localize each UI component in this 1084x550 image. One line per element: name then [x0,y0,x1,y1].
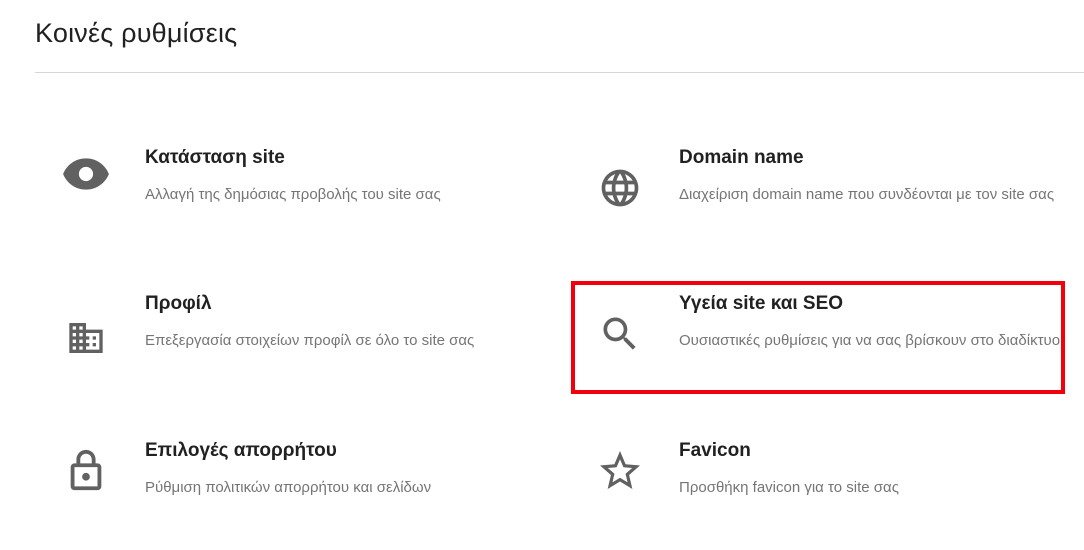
setting-privacy-options[interactable]: Επιλογές απορρήτου Ρύθμιση πολιτικών απο… [59,440,559,550]
globe-icon [593,161,647,215]
setting-description: Ουσιαστικές ρυθμίσεις για να σας βρίσκου… [679,332,1061,349]
setting-description: Διαχείριση domain name που συνδέονται με… [679,186,1055,203]
setting-site-health-seo[interactable]: Υγεία site και SEO Ουσιαστικές ρυθμίσεις… [593,293,1084,403]
setting-favicon[interactable]: Favicon Προσθήκη favicon για το site σας [593,440,1084,550]
building-icon [59,311,113,365]
setting-description: Αλλαγή της δημόσιας προβολής του site σα… [145,186,441,203]
setting-description: Προσθήκη favicon για το site σας [679,479,899,496]
setting-title: Υγεία site και SEO [679,293,844,314]
setting-domain-name[interactable]: Domain name Διαχείριση domain name που σ… [593,147,1084,257]
search-icon [593,307,647,361]
setting-title: Domain name [679,147,804,168]
page-title: Κοινές ρυθμίσεις [35,18,238,48]
setting-site-status[interactable]: Κατάσταση site Αλλαγή της δημόσιας προβο… [59,147,559,257]
setting-description: Ρύθμιση πολιτικών απορρήτου και σελίδων [145,479,432,496]
eye-icon [59,147,113,201]
setting-title: Favicon [679,440,751,461]
common-settings-panel: Κοινές ρυθμίσεις Κατάσταση site Αλλαγή τ… [0,0,1084,513]
setting-profile[interactable]: Προφίλ Επεξεργασία στοιχείων προφίλ σε ό… [59,293,559,403]
setting-title: Προφίλ [145,293,212,314]
setting-title: Επιλογές απορρήτου [145,440,337,461]
setting-description: Επεξεργασία στοιχείων προφίλ σε όλο το s… [145,332,475,349]
divider [35,72,1084,73]
setting-title: Κατάσταση site [145,147,285,168]
star-icon [593,444,647,498]
lock-icon [59,444,113,498]
